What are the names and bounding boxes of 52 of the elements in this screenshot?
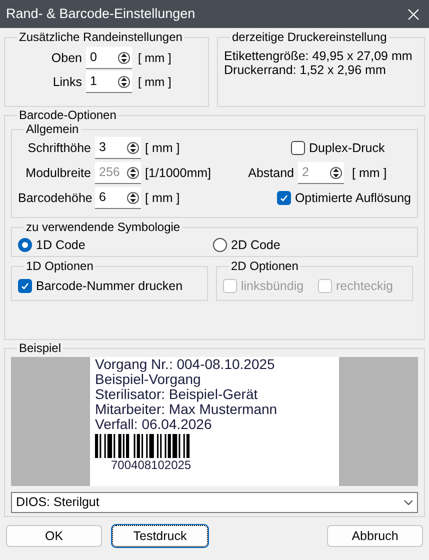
unit-label: [ mm ] (145, 190, 181, 207)
checkbox[interactable] (291, 141, 305, 155)
field-label: Links (52, 74, 83, 91)
template-dropdown[interactable]: DIOS: Sterilgut (11, 492, 418, 513)
window-title: Rand- & Barcode-Einstellungen (6, 4, 196, 23)
unit-label: [ mm ] (145, 140, 181, 157)
checkbox[interactable] (18, 279, 32, 294)
info-text: Druckerrand: 1,52 x 2,96 mm (224, 63, 387, 77)
radio-label[interactable]: 2D Code (231, 236, 280, 255)
dialog-button[interactable]: Testdruck (112, 525, 208, 547)
spin-field[interactable]: 6 (95, 187, 141, 209)
field-label: Modulbreite (24, 164, 92, 182)
unit-label: [ mm ] (138, 50, 172, 67)
label-text: Vorgang Nr.: 004-08.10.2025 (95, 357, 276, 372)
checkbox-label[interactable]: Duplex-Druck (309, 138, 385, 158)
checkbox-label[interactable]: Barcode-Nummer drucken (36, 277, 183, 296)
group-title: Allgemein (25, 122, 80, 136)
dialog-button[interactable]: OK (6, 525, 102, 547)
unit-label: [ mm ] (138, 74, 172, 91)
radio-button[interactable] (18, 238, 32, 252)
info-text: Etikettengröße: 49,95 x 27,09 mm (224, 49, 414, 63)
group-title: Zusätzliche Randeinstellungen (18, 30, 184, 44)
spin-field[interactable]: 1 (86, 71, 132, 93)
group-title: 2D Optionen (230, 259, 300, 273)
field-label: Abstand (247, 164, 295, 182)
group-title: zu verwendende Symbologie (25, 220, 182, 234)
dialog-button[interactable]: Abbruch (327, 525, 423, 547)
group-title: derzeitige Druckereinstellung (231, 30, 388, 44)
spin-field[interactable]: 3 (95, 137, 141, 159)
spinner-icon[interactable] (127, 190, 139, 204)
checkbox[interactable] (276, 191, 291, 205)
group-title: Barcode-Optionen (18, 108, 118, 122)
label-text: Sterilisator: Beispiel-Gerät (95, 387, 259, 402)
group-title: 1D Optionen (25, 259, 94, 273)
unit-label: [ mm ] (352, 164, 387, 182)
group-title: Beispiel (18, 341, 62, 355)
label-text: Verfall: 06.04.2026 (95, 417, 213, 432)
field-label: Schrifthöhe (26, 140, 92, 157)
spin-field[interactable]: 0 (86, 47, 132, 69)
label-text: Mitarbeiter: Max Mustermann (95, 402, 278, 417)
spinner-icon[interactable] (118, 74, 130, 88)
field-label: Oben (50, 50, 83, 67)
close-icon[interactable] (408, 8, 419, 20)
barcode-number: 700408102025 (111, 458, 192, 472)
radio-button[interactable] (213, 238, 227, 252)
radio-label[interactable]: 1D Code (36, 236, 86, 255)
field-label: Barcodehöhe (18, 190, 94, 207)
label-text: Beispiel-Vorgang (95, 372, 202, 387)
unit-label: [1/1000mm] (145, 164, 212, 182)
spinner-icon[interactable] (127, 140, 139, 154)
spinner-icon[interactable] (118, 50, 130, 64)
checkbox-label[interactable]: Optimierte Auflösung (294, 188, 411, 208)
